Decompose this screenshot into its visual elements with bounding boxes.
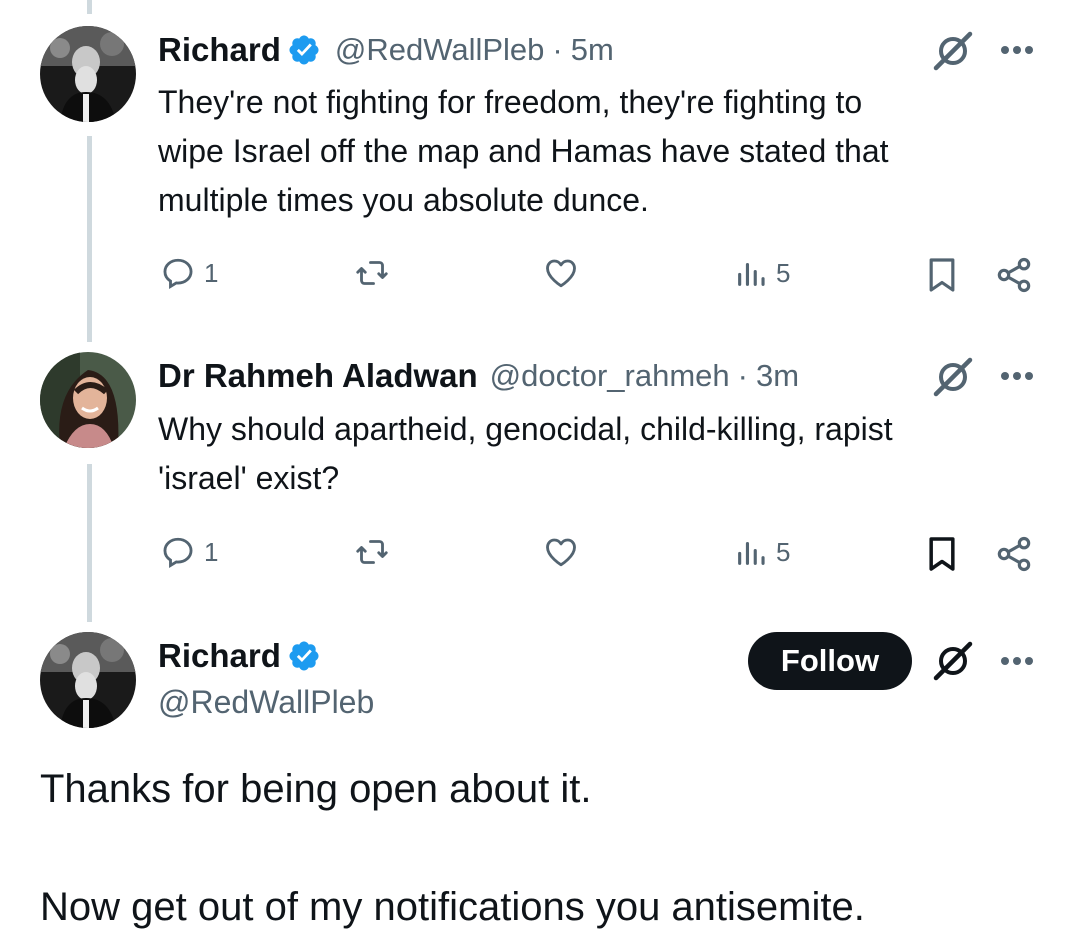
reply-count: 1 <box>204 536 219 567</box>
like-button[interactable] <box>542 255 580 291</box>
views-icon <box>738 541 765 565</box>
reply-button[interactable]: 1 <box>160 534 218 570</box>
retweet-button[interactable] <box>354 255 390 291</box>
bookmark-icon[interactable] <box>922 534 962 574</box>
grok-icon[interactable] <box>930 354 976 400</box>
views-button[interactable]: 5 <box>734 255 790 291</box>
reply-button[interactable]: 1 <box>160 255 218 291</box>
tweet-header: Richard @RedWallPleb · 5m <box>158 28 614 72</box>
action-bar: 1 5 <box>158 534 1038 574</box>
display-name[interactable]: Dr Rahmeh Aladwan <box>158 357 478 395</box>
more-icon[interactable] <box>1000 371 1034 381</box>
thread-line <box>87 0 92 14</box>
more-icon[interactable] <box>1000 656 1034 666</box>
main-tweet-text-line: Thanks for being open about it. <box>40 767 592 811</box>
verified-badge-icon <box>289 35 319 65</box>
handle[interactable]: @RedWallPleb <box>335 32 545 68</box>
handle[interactable]: @RedWallPleb <box>158 684 374 721</box>
separator-dot: · <box>737 358 748 393</box>
grok-icon[interactable] <box>930 28 976 74</box>
display-name[interactable]: Richard <box>158 637 281 675</box>
more-icon[interactable] <box>1000 45 1034 55</box>
handle[interactable]: @doctor_rahmeh <box>490 358 730 394</box>
share-icon[interactable] <box>994 534 1034 574</box>
separator-dot: · <box>552 32 563 67</box>
thread-line <box>87 136 92 342</box>
action-bar: 1 5 <box>158 255 1038 295</box>
avatar[interactable] <box>40 632 136 728</box>
follow-button[interactable]: Follow <box>748 632 912 690</box>
tweet-text-line: They're not fighting for freedom, they'r… <box>158 84 863 120</box>
reply-icon <box>163 537 193 569</box>
avatar[interactable] <box>40 26 136 122</box>
like-icon <box>546 538 576 567</box>
views-button[interactable]: 5 <box>734 534 790 570</box>
verified-badge-icon <box>289 641 319 671</box>
tweet-text-line: Why should apartheid, genocidal, child-k… <box>158 411 893 447</box>
grok-icon[interactable] <box>930 638 976 684</box>
tweet-text-line: 'israel' exist? <box>158 460 340 496</box>
retweet-icon <box>356 261 388 285</box>
like-button[interactable] <box>542 534 580 570</box>
views-count: 5 <box>776 536 791 567</box>
reply-icon <box>163 258 193 290</box>
tweet-text: Why should apartheid, genocidal, child-k… <box>158 405 1038 503</box>
timestamp[interactable]: 5m <box>571 32 614 68</box>
avatar[interactable] <box>40 352 136 448</box>
main-tweet-text-line: Now get out of my notifications you anti… <box>40 885 865 929</box>
like-icon <box>546 259 576 288</box>
timestamp[interactable]: 3m <box>756 358 799 394</box>
bookmark-icon[interactable] <box>922 255 962 295</box>
tweet-text: They're not fighting for freedom, they'r… <box>158 78 1038 225</box>
views-icon <box>738 262 765 286</box>
share-icon[interactable] <box>994 255 1034 295</box>
retweet-icon <box>356 540 388 564</box>
retweet-button[interactable] <box>354 534 390 570</box>
thread-line <box>87 464 92 622</box>
views-count: 5 <box>776 257 791 288</box>
display-name[interactable]: Richard <box>158 31 281 69</box>
tweet-header: Dr Rahmeh Aladwan @doctor_rahmeh · 3m <box>158 354 799 398</box>
tweet-header: Richard <box>158 634 321 678</box>
tweet-text-line: multiple times you absolute dunce. <box>158 182 649 218</box>
reply-count: 1 <box>204 257 219 288</box>
tweet-text-line: wipe Israel off the map and Hamas have s… <box>158 133 889 169</box>
